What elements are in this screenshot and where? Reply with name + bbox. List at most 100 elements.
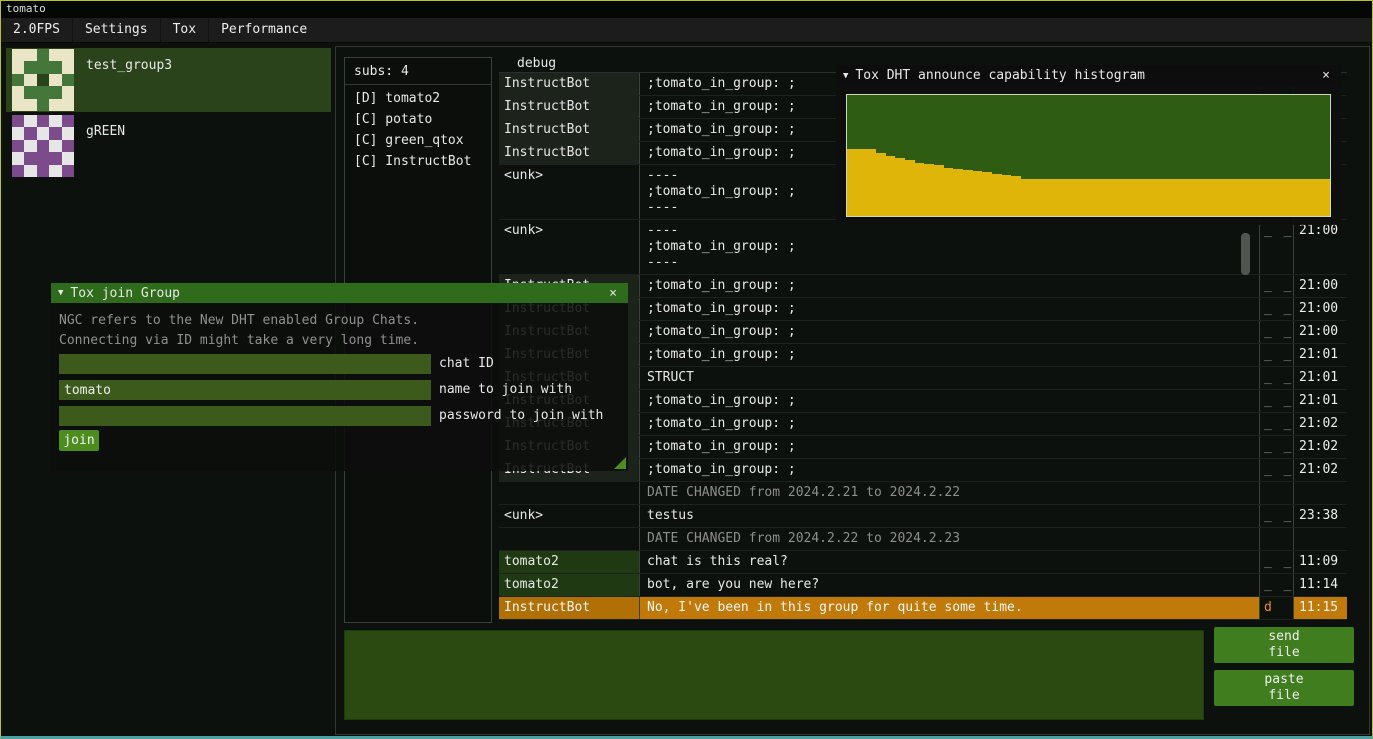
message-timestamp: 11:15	[1293, 597, 1347, 619]
histogram-bar	[886, 156, 896, 217]
message-row: tomato2chat is this real?_ _11:09	[499, 551, 1347, 574]
message-receipt-marks: _ _	[1259, 390, 1293, 412]
message-author: InstructBot	[499, 96, 639, 118]
message-receipt-marks: _ _	[1259, 298, 1293, 320]
message-receipt-marks: _ _	[1259, 413, 1293, 435]
histogram-bar	[905, 160, 915, 216]
group-item-gREEN[interactable]: gREEN	[6, 114, 331, 178]
dht-histogram-window: ▼ Tox DHT announce capability histogram …	[836, 65, 1341, 225]
message-receipt-marks: _ _	[1259, 436, 1293, 458]
send-file-button-line2: file	[1268, 645, 1299, 661]
subs-member[interactable]: [C] InstructBot	[345, 151, 491, 172]
histogram-bar	[1243, 179, 1253, 217]
subs-count-label: subs: 4	[345, 58, 491, 85]
histogram-bar	[953, 169, 963, 216]
menu-item-performance[interactable]: Performance	[208, 18, 319, 42]
message-timestamp: 21:00	[1293, 220, 1347, 274]
histogram-bar	[1204, 179, 1214, 217]
message-receipt-marks: _ _	[1259, 321, 1293, 343]
send-file-button[interactable]: send file	[1214, 627, 1354, 663]
histogram-bar	[1291, 179, 1301, 217]
message-author: <unk>	[499, 220, 639, 274]
close-icon[interactable]: ×	[1318, 68, 1334, 83]
histogram-bar	[1320, 179, 1330, 217]
message-text: ;tomato_in_group: ;	[639, 298, 1259, 320]
message-timestamp: 21:00	[1293, 275, 1347, 297]
paste-file-button[interactable]: paste file	[1214, 670, 1354, 706]
message-timestamp	[1293, 528, 1347, 550]
histogram-bar	[1224, 179, 1234, 217]
histogram-bar	[866, 149, 876, 216]
histogram-bar	[1127, 179, 1137, 217]
histogram-bar	[1233, 179, 1243, 217]
subs-member[interactable]: [C] green_qtox	[345, 130, 491, 151]
chat-topic: debug	[517, 56, 556, 71]
message-timestamp: 21:02	[1293, 436, 1347, 458]
menu-item-tox[interactable]: Tox	[160, 18, 208, 42]
histogram-bar	[1137, 179, 1147, 217]
histogram-bar	[1195, 179, 1205, 217]
histogram-bar	[895, 158, 905, 216]
join-group-window-title: Tox join Group	[70, 286, 598, 301]
message-receipt-marks: _ _	[1259, 459, 1293, 481]
histogram-bar	[992, 174, 1002, 216]
message-text: chat is this real?	[639, 551, 1259, 573]
message-receipt-marks: _ _	[1259, 220, 1293, 274]
message-receipt-marks	[1259, 482, 1293, 504]
histogram-bar	[1175, 179, 1185, 217]
histogram-bar	[1088, 179, 1098, 217]
histogram-bar	[1040, 179, 1050, 217]
subs-member[interactable]: [C] potato	[345, 109, 491, 130]
message-text: bot, are you new here?	[639, 574, 1259, 596]
message-author: InstructBot	[499, 119, 639, 141]
message-text: ;tomato_in_group: ;	[639, 390, 1259, 412]
chat-scrollbar-thumb[interactable]	[1241, 233, 1250, 275]
join-password-input[interactable]	[59, 406, 431, 426]
collapse-arrow-icon[interactable]: ▼	[843, 71, 848, 81]
histogram-bar	[1166, 179, 1176, 217]
histogram-bar	[1050, 179, 1060, 217]
subs-member[interactable]: [D] tomato2	[345, 88, 491, 109]
window-resize-grip[interactable]	[614, 457, 626, 469]
chat-id-input[interactable]	[59, 354, 431, 374]
dht-histogram-window-titlebar[interactable]: ▼ Tox DHT announce capability histogram …	[836, 65, 1341, 86]
message-input[interactable]	[344, 630, 1204, 720]
join-group-window-body: NGC refers to the New DHT enabled Group …	[51, 303, 628, 471]
window-titlebar: tomato	[1, 1, 1372, 18]
message-author: InstructBot	[499, 73, 639, 95]
histogram-bar	[1030, 179, 1040, 217]
message-row: tomato2bot, are you new here?_ _11:14	[499, 574, 1347, 597]
close-icon[interactable]: ×	[605, 286, 621, 301]
histogram-bar	[847, 149, 857, 216]
message-author: <unk>	[499, 505, 639, 527]
group-name: gREEN	[86, 124, 125, 139]
collapse-arrow-icon[interactable]: ▼	[58, 288, 63, 298]
paste-file-button-line1: paste	[1264, 672, 1303, 688]
join-name-input[interactable]	[59, 380, 431, 400]
group-item-test_group3[interactable]: test_group3	[6, 48, 331, 112]
app-window: tomato 2.0FPSSettingsToxPerformance test…	[0, 0, 1373, 739]
join-group-window-titlebar[interactable]: ▼ Tox join Group ×	[51, 283, 628, 303]
message-receipt-marks: _ _	[1259, 574, 1293, 596]
histogram-bar	[1069, 179, 1079, 217]
histogram-bars	[847, 95, 1330, 216]
message-author: tomato2	[499, 551, 639, 573]
message-timestamp	[1293, 482, 1347, 504]
histogram-bar	[1079, 179, 1089, 217]
join-password-label: password to join with	[439, 408, 603, 423]
join-group-description-line1: NGC refers to the New DHT enabled Group …	[59, 311, 419, 331]
message-timestamp: 11:09	[1293, 551, 1347, 573]
message-text: ;tomato_in_group: ;	[639, 413, 1259, 435]
histogram-bar	[1262, 179, 1272, 217]
join-button[interactable]: join	[59, 430, 99, 451]
message-receipt-marks: _ _	[1259, 505, 1293, 527]
group-avatar	[12, 115, 74, 177]
histogram-bar	[963, 170, 973, 216]
menu-item-settings[interactable]: Settings	[72, 18, 160, 42]
dht-histogram-plot	[846, 94, 1331, 217]
histogram-bar	[1301, 179, 1311, 217]
histogram-bar	[915, 163, 925, 216]
message-text: ----;tomato_in_group: ;----	[639, 220, 1259, 274]
join-group-window: ▼ Tox join Group × NGC refers to the New…	[51, 283, 628, 471]
group-name: test_group3	[86, 58, 172, 73]
